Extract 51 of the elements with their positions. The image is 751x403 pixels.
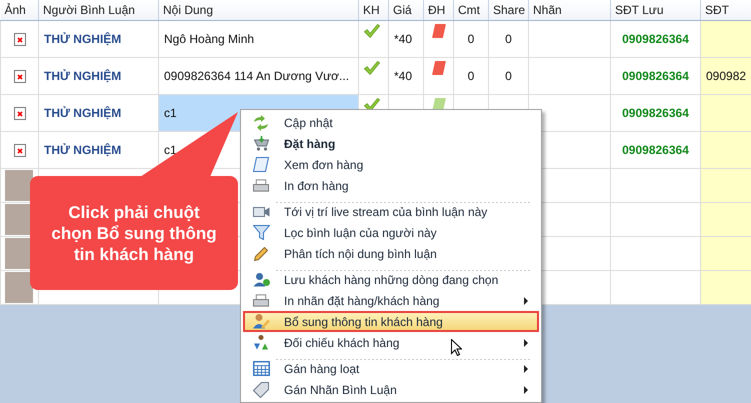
menu-item[interactable]: In đơn hàng <box>243 175 539 196</box>
comment-text: Ngô Hoàng Minh <box>158 20 358 58</box>
broken-image-icon <box>14 144 26 156</box>
grid-icon <box>252 361 270 376</box>
broken-image-icon <box>14 106 26 120</box>
submenu-arrow-icon <box>524 386 528 394</box>
column-header[interactable]: SĐT Lưu <box>610 0 700 20</box>
column-header[interactable]: Nội Dung <box>158 0 358 20</box>
broken-image-icon <box>14 70 26 82</box>
column-header[interactable]: Share <box>488 0 528 20</box>
menu-item[interactable]: Phân tích nội dung bình luận <box>243 243 539 264</box>
printer-icon <box>253 294 269 307</box>
cart-icon <box>254 136 268 151</box>
printer-icon <box>253 179 269 192</box>
commenter-name: THỬ NGHIỆM <box>38 20 158 58</box>
submenu-arrow-icon <box>524 296 528 304</box>
user-compare-icon <box>254 335 268 350</box>
photo-placeholder <box>5 272 33 303</box>
column-header[interactable]: Người Bình Luận <box>38 0 158 20</box>
photo-placeholder <box>5 170 33 201</box>
column-header[interactable]: Giá <box>388 0 424 20</box>
pencil-icon <box>254 246 268 260</box>
mouse-cursor-icon <box>451 339 462 356</box>
column-header[interactable]: Ảnh <box>0 0 38 20</box>
filter-icon <box>252 225 270 240</box>
refresh-icon <box>254 114 268 130</box>
submenu-arrow-icon <box>524 364 528 372</box>
phone-cell: 090982 <box>700 58 751 94</box>
column-header[interactable]: Nhãn <box>528 0 610 20</box>
menu-item[interactable]: Bổ sung thông tin khách hàng <box>243 311 539 332</box>
menu-item[interactable]: Gán Nhãn Bình Luận <box>243 379 539 400</box>
column-header[interactable]: ĐH <box>424 0 454 20</box>
video-icon <box>252 206 270 216</box>
user-add-icon <box>252 272 270 286</box>
scroll-icon <box>253 157 269 172</box>
share-count: 0 <box>488 58 528 94</box>
commenter-name: THỬ NGHIỆM <box>38 58 158 94</box>
comment-count: 0 <box>454 58 488 94</box>
submenu-arrow-icon <box>524 338 528 346</box>
share-count: 0 <box>488 20 528 58</box>
column-header[interactable]: KH <box>358 0 388 20</box>
menu-item[interactable]: In nhãn đặt hàng/khách hàng <box>243 290 539 311</box>
user-edit-icon <box>252 314 270 329</box>
column-header[interactable]: SĐT <box>700 0 751 20</box>
tag-icon <box>253 382 269 398</box>
column-header[interactable]: Cmt <box>454 0 488 20</box>
price-cell: *40 <box>388 20 424 58</box>
menu-item[interactable]: Lọc bình luận của người này <box>243 222 539 243</box>
price-cell: *40 <box>388 58 424 94</box>
broken-image-icon <box>14 32 26 46</box>
comment-count: 0 <box>454 20 488 58</box>
